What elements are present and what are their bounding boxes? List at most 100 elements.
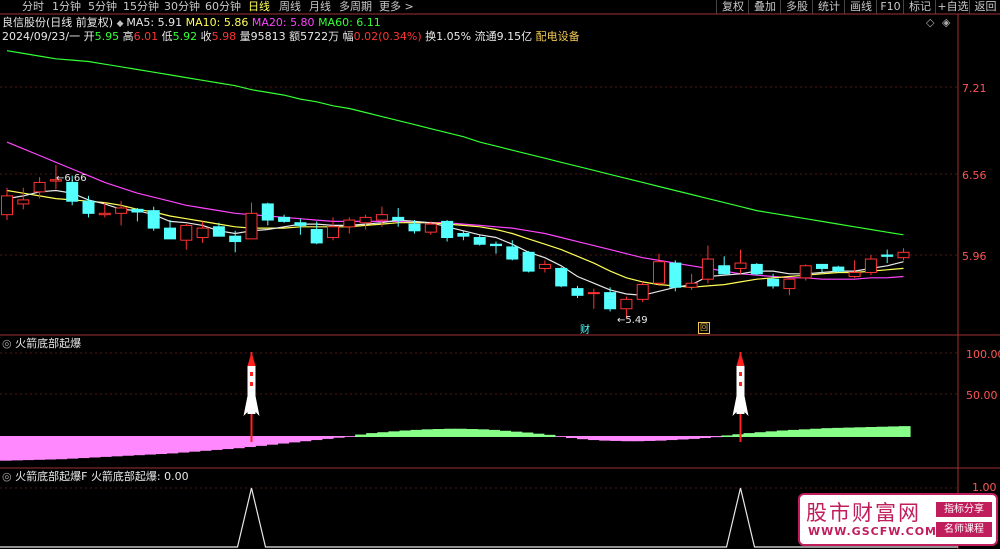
candle-body bbox=[441, 220, 454, 239]
indicator1-header: ◎ 火箭底部起爆 bbox=[2, 337, 81, 351]
indicator1-bar-negative bbox=[654, 436, 667, 441]
candle-body bbox=[115, 207, 128, 214]
indicator2-title: 火箭底部起爆F bbox=[15, 470, 88, 483]
indicator1-bar-negative bbox=[288, 436, 301, 443]
kline-chart[interactable] bbox=[0, 0, 1000, 549]
candle-body bbox=[359, 216, 372, 224]
rocket-tail bbox=[247, 402, 256, 414]
indicator1-bar-positive bbox=[432, 429, 445, 437]
indicator1-bar-positive bbox=[388, 431, 401, 437]
rocket-nose bbox=[736, 352, 745, 366]
logo-url: WWW.GSCFW.COM bbox=[808, 525, 938, 538]
candle-body bbox=[669, 262, 682, 288]
indicator1-bar-positive bbox=[832, 427, 845, 437]
indicator2-value-label: 火箭底部起爆: bbox=[90, 470, 161, 483]
indicator1-bar-negative bbox=[255, 436, 267, 446]
indicator1-title: 火箭底部起爆 bbox=[15, 337, 82, 350]
candle-body bbox=[245, 212, 258, 240]
candle-body bbox=[522, 251, 535, 272]
candle-body bbox=[604, 292, 617, 310]
candle-body bbox=[392, 216, 405, 221]
indicator1-bar-negative bbox=[266, 436, 279, 445]
indicator1-bar-negative bbox=[221, 436, 234, 450]
indicator1-bar-positive bbox=[499, 430, 512, 437]
indicator1-bar-positive bbox=[721, 435, 734, 437]
candle-body bbox=[848, 271, 861, 278]
indicator1-bar-negative bbox=[22, 436, 34, 461]
indicator1-bars bbox=[0, 426, 911, 461]
indicator1-bar-negative bbox=[133, 436, 145, 456]
rocket-fin bbox=[255, 396, 260, 416]
indicator1-bar-negative bbox=[643, 436, 656, 441]
indicator1-bar-positive bbox=[876, 426, 889, 437]
indicator1-bar-negative bbox=[688, 436, 700, 439]
candle-body bbox=[424, 223, 437, 233]
indicator1-bar-positive bbox=[477, 429, 489, 437]
high-marker-value: 6.66 bbox=[64, 173, 87, 184]
gridlines bbox=[0, 86, 958, 489]
y-tick-5-96: 5.96 bbox=[962, 250, 987, 263]
rocket-window bbox=[739, 372, 742, 376]
indicator1-bar-positive bbox=[732, 434, 745, 437]
indicator1-bar-negative bbox=[621, 436, 634, 442]
candle-body bbox=[375, 214, 388, 221]
finance-marker[interactable]: 财 bbox=[580, 321, 590, 336]
candle-body bbox=[278, 216, 291, 222]
candle-body bbox=[767, 278, 780, 287]
candle-body bbox=[327, 226, 339, 239]
indicator1-bar-positive bbox=[399, 430, 412, 437]
low-marker-value: 5.49 bbox=[625, 315, 648, 326]
rocket-nose bbox=[247, 352, 256, 366]
indicator1-bar-negative bbox=[0, 436, 12, 461]
indicator1-bar-negative bbox=[155, 436, 168, 455]
collapse-icon[interactable]: ◎ bbox=[2, 337, 12, 350]
indicator1-bar-negative bbox=[599, 436, 611, 441]
candle-body bbox=[555, 267, 568, 287]
collapse-icon[interactable]: ◎ bbox=[2, 470, 12, 483]
indicator1-bar-positive bbox=[821, 428, 833, 437]
candle-body bbox=[229, 235, 242, 243]
indicator1-bar-positive bbox=[787, 429, 800, 437]
rocket-window bbox=[250, 382, 253, 386]
candle-body bbox=[17, 199, 30, 205]
indicator1-bar-positive bbox=[799, 429, 811, 437]
candle-body bbox=[799, 265, 812, 279]
indicator1-bar-negative bbox=[44, 436, 57, 460]
indicator1-bar-positive bbox=[743, 433, 756, 437]
indicator1-bar-negative bbox=[233, 436, 245, 449]
event-marker[interactable]: 回 bbox=[698, 322, 710, 334]
indicator1-bar-positive bbox=[765, 431, 778, 437]
indicator1-bar-positive bbox=[455, 428, 467, 437]
indicator1-bar-negative bbox=[632, 436, 645, 442]
indicator1-bar-positive bbox=[543, 434, 556, 437]
candle-body bbox=[685, 282, 698, 288]
ma10-line bbox=[6, 189, 904, 288]
logo-tag-1: 指标分享 bbox=[936, 502, 992, 517]
indicator1-bar-negative bbox=[99, 436, 112, 457]
candle-body bbox=[881, 254, 894, 257]
candle-body bbox=[180, 224, 193, 241]
ma60-line bbox=[6, 50, 904, 236]
candle-body bbox=[147, 210, 160, 229]
indicator1-bar-negative bbox=[177, 436, 190, 453]
indicator1-bar-negative bbox=[299, 436, 312, 442]
candle-body bbox=[832, 266, 845, 272]
ind1-tick-100: 100.00 bbox=[966, 348, 1000, 361]
indicator1-bar-positive bbox=[776, 430, 789, 437]
indicator1-bar-negative bbox=[699, 436, 711, 439]
candle-body bbox=[864, 258, 877, 273]
indicator1-bar-negative bbox=[188, 436, 201, 452]
indicator1-bar-positive bbox=[421, 429, 434, 437]
indicator1-bar-negative bbox=[110, 436, 123, 457]
indicator1-bar-negative bbox=[321, 436, 334, 439]
indicator1-bar-positive bbox=[521, 432, 534, 437]
candle-body bbox=[408, 223, 421, 232]
indicator1-bar-negative bbox=[66, 436, 79, 459]
indicator1-bar-negative bbox=[244, 436, 256, 448]
candle-body bbox=[33, 181, 46, 193]
candle-body bbox=[343, 219, 356, 228]
ind1-tick-50: 50.00 bbox=[966, 389, 998, 402]
indicator1-bar-negative bbox=[33, 436, 45, 460]
candle-body bbox=[457, 232, 470, 237]
indicator1-bar-negative bbox=[310, 436, 323, 441]
